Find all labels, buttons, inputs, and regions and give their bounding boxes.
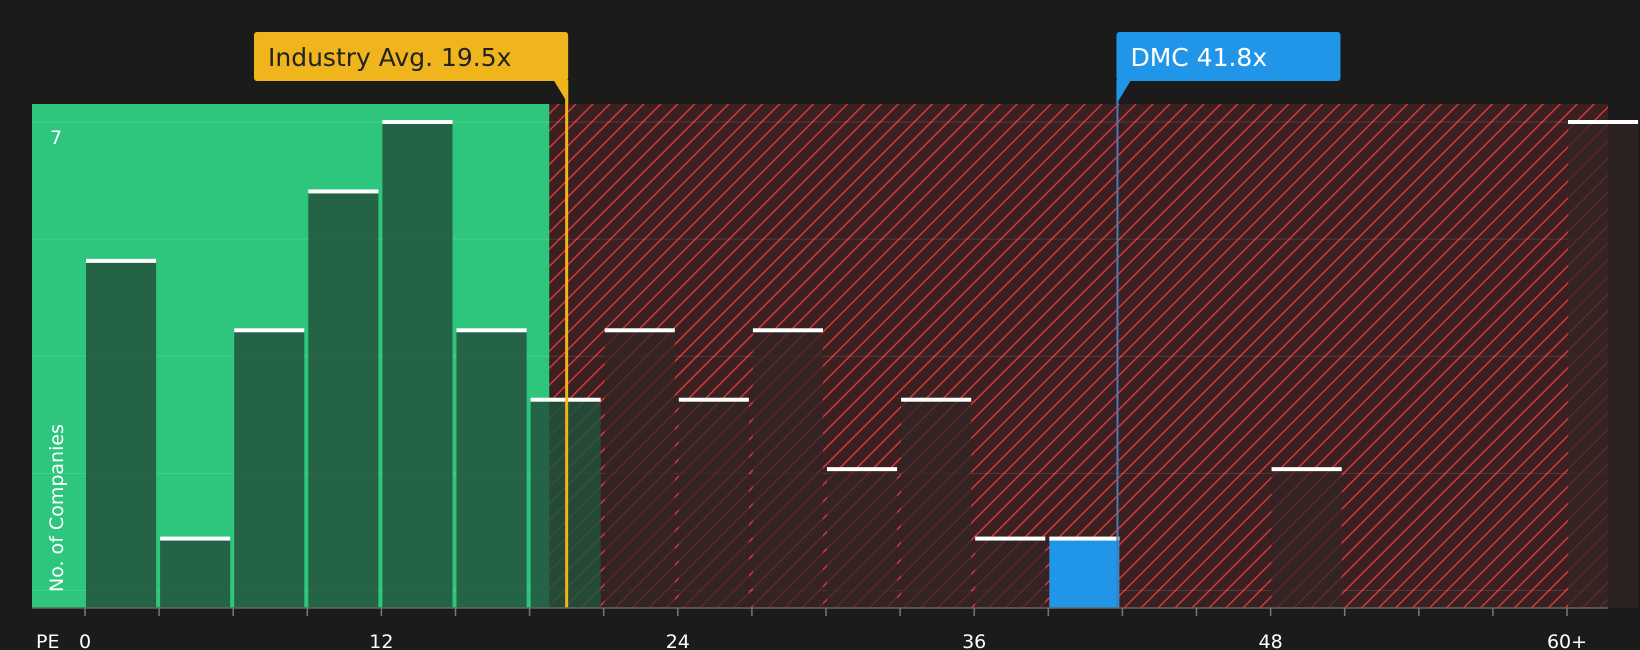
bar-cap bbox=[382, 120, 453, 124]
x-tick-label: 60+ bbox=[1547, 631, 1587, 650]
x-tick-label: 36 bbox=[962, 631, 986, 650]
histogram-bar bbox=[827, 469, 898, 608]
histogram-bar bbox=[1568, 122, 1639, 608]
x-tick-label: 24 bbox=[666, 631, 690, 650]
chart-svg: 0 12 24 36 48 60+ Industry Avg. 19.5x DMC 41.8… bbox=[32, 32, 1639, 650]
histogram-bar bbox=[86, 260, 157, 608]
histogram-bar bbox=[1271, 469, 1342, 608]
histogram-bar bbox=[456, 330, 527, 608]
histogram-bar bbox=[1049, 538, 1120, 608]
y-axis-label: No. of Companies bbox=[46, 424, 68, 592]
bar-cap bbox=[160, 536, 231, 541]
histogram-bar bbox=[308, 191, 379, 608]
histogram-bar bbox=[160, 538, 231, 608]
histogram-bar bbox=[901, 399, 972, 608]
y-tick-label: 7 bbox=[50, 127, 62, 149]
histogram-bar bbox=[752, 330, 823, 608]
bar-cap bbox=[86, 258, 157, 263]
x-axis: 0 12 24 36 48 60+ bbox=[32, 607, 1608, 650]
industry-average-callout-label: Industry Avg. 19.5x bbox=[268, 43, 511, 72]
histogram-bar bbox=[975, 538, 1046, 608]
x-tick-label: 12 bbox=[369, 631, 393, 650]
bar-cap bbox=[678, 397, 749, 402]
bar-cap bbox=[975, 536, 1046, 541]
bar-cap bbox=[752, 328, 823, 333]
bar-cap bbox=[827, 467, 898, 472]
bar-cap bbox=[1271, 467, 1342, 472]
x-tick-label: 0 bbox=[79, 631, 91, 650]
histogram-bar bbox=[382, 122, 453, 608]
bar-cap bbox=[901, 397, 972, 402]
x-tick-label: 48 bbox=[1259, 631, 1283, 650]
bar-cap bbox=[456, 328, 527, 333]
x-axis-title: PE bbox=[36, 631, 59, 650]
industry-average-callout-pointer bbox=[554, 81, 569, 104]
histogram-bar bbox=[234, 330, 305, 608]
bar-cap bbox=[234, 328, 305, 333]
bar-cap bbox=[1568, 120, 1639, 124]
histogram-bar bbox=[604, 330, 675, 608]
annotations-layer: Industry Avg. 19.5x DMC 41.8x bbox=[254, 32, 1341, 104]
pe-distribution-chart: 0 12 24 36 48 60+ Industry Avg. 19.5x DMC 41.8… bbox=[0, 0, 1640, 650]
histogram-bar bbox=[678, 399, 749, 608]
company-callout: DMC 41.8x bbox=[1116, 32, 1341, 104]
bar-cap bbox=[604, 328, 675, 333]
company-callout-label: DMC 41.8x bbox=[1130, 43, 1267, 72]
industry-average-callout: Industry Avg. 19.5x bbox=[254, 32, 569, 104]
bar-cap bbox=[308, 189, 379, 194]
company-callout-pointer bbox=[1116, 81, 1131, 104]
bar-cap bbox=[1049, 536, 1120, 541]
